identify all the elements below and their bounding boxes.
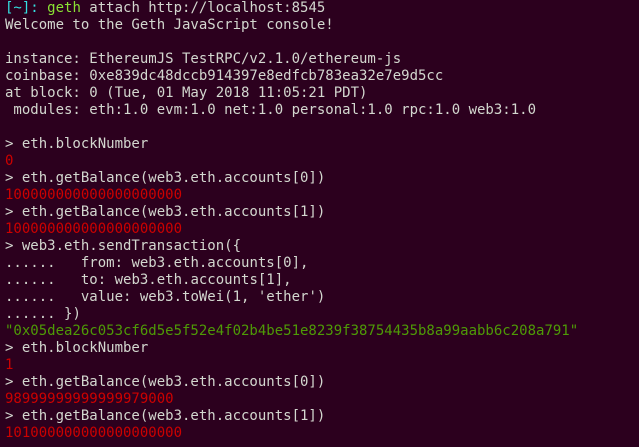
terminal-window[interactable]: [~]: geth attach http://localhost:8545 W… [0,0,639,447]
console-output: 98999999999999979000 [5,391,174,407]
console-command: eth.getBalance(web3.eth.accounts[1]) [21,408,326,424]
console-input-line: > eth.blockNumber [5,340,639,357]
continuation-prompt: ...... [5,289,65,305]
console-command: eth.blockNumber [21,136,149,152]
console-prompt: > [5,136,22,152]
console-prompt: > [5,204,22,220]
console-continuation-line: ...... value: web3.toWei(1, 'ether') [5,289,639,306]
console-continuation-line: ...... to: web3.eth.accounts[1], [5,272,639,289]
console-output: 0 [5,153,14,169]
welcome-message: Welcome to the Geth JavaScript console! [5,17,334,33]
console-command: eth.getBalance(web3.eth.accounts[1]) [21,204,326,220]
continuation-text: }) [64,306,81,322]
continuation-text: value: web3.toWei(1, 'ether') [64,289,326,305]
console-continuation-line: ...... }) [5,306,639,323]
shell-prompt: [~]: [5,0,39,16]
console-output: 1 [5,357,14,373]
console-command: web3.eth.sendTransaction({ [21,238,242,254]
console-prompt: > [5,170,22,186]
coinbase-info: coinbase: 0xe839dc48dccb914397e8edfcb783… [5,68,444,84]
console-output: 101000000000000000000 [5,425,183,441]
shell-command-args: attach http://localhost:8545 [80,0,326,16]
console-input-line: > eth.getBalance(web3.eth.accounts[1]) [5,204,639,221]
console-input-line: > web3.eth.sendTransaction({ [5,238,639,255]
shell-command-line: [~]: geth attach http://localhost:8545 [5,0,639,17]
continuation-text: to: web3.eth.accounts[1], [64,272,292,288]
console-prompt: > [5,340,22,356]
console-prompt: > [5,238,22,254]
shell-command: geth [47,0,81,16]
console-command: eth.getBalance(web3.eth.accounts[0]) [21,170,326,186]
continuation-prompt: ...... [5,306,65,322]
console-command: eth.getBalance(web3.eth.accounts[0]) [21,374,326,390]
console-output: 100000000000000000000 [5,187,183,203]
continuation-prompt: ...... [5,255,65,271]
console-input-line: > eth.getBalance(web3.eth.accounts[0]) [5,374,639,391]
console-output: 100000000000000000000 [5,221,183,237]
console-input-line: > eth.getBalance(web3.eth.accounts[0]) [5,170,639,187]
console-command: eth.blockNumber [21,340,149,356]
console-input-line: > eth.blockNumber [5,136,639,153]
console-prompt: > [5,408,22,424]
modules-info: modules: eth:1.0 evm:1.0 net:1.0 persona… [5,102,537,118]
console-output-tx-hash: "0x05dea26c053cf6d5e5f52e4f02b4be51e8239… [5,323,579,339]
console-continuation-line: ...... from: web3.eth.accounts[0], [5,255,639,272]
continuation-text: from: web3.eth.accounts[0], [64,255,309,271]
at-block-info: at block: 0 (Tue, 01 May 2018 11:05:21 P… [5,85,368,101]
console-input-line: > eth.getBalance(web3.eth.accounts[1]) [5,408,639,425]
instance-info: instance: EthereumJS TestRPC/v2.1.0/ethe… [5,51,402,67]
continuation-prompt: ...... [5,272,65,288]
console-prompt: > [5,374,22,390]
